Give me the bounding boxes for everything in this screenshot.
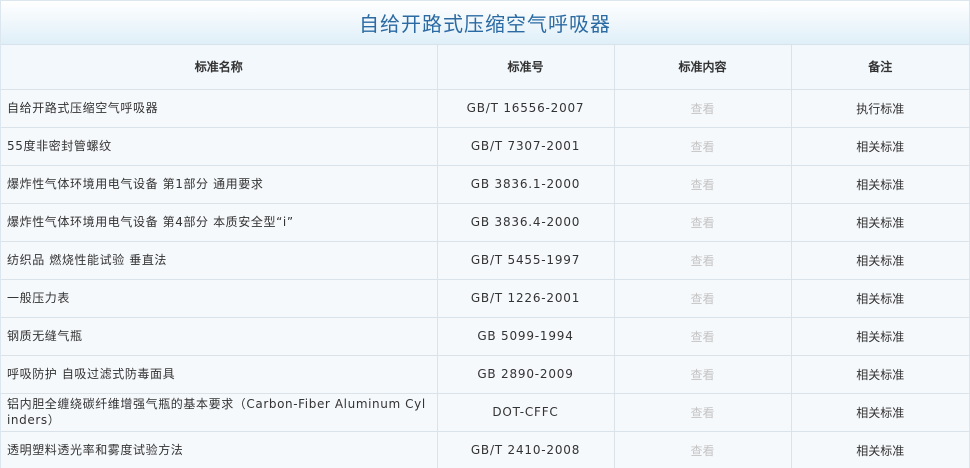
- note-cell: 执行标准: [791, 89, 969, 128]
- header-note: 备注: [791, 45, 969, 90]
- standard-code-cell: GB/T 5455-1997: [437, 241, 615, 280]
- standard-name-cell: 呼吸防护 自吸过滤式防毒面具: [1, 355, 438, 394]
- title-bar: 自给开路式压缩空气呼吸器: [1, 1, 969, 45]
- view-link[interactable]: 查看: [690, 406, 714, 420]
- table-row: 铝内胆全缠绕碳纤维增强气瓶的基本要求（Carbon-Fiber Aluminum…: [1, 393, 969, 432]
- view-link[interactable]: 查看: [690, 178, 714, 192]
- standard-code-cell: GB 5099-1994: [437, 317, 615, 356]
- standard-code-cell: GB 3836.1-2000: [437, 165, 615, 204]
- standard-content-cell: 查看: [614, 431, 792, 468]
- standard-name-cell: 纺织品 燃烧性能试验 垂直法: [1, 241, 438, 280]
- standard-content-cell: 查看: [614, 241, 792, 280]
- standard-name-cell: 爆炸性气体环境用电气设备 第4部分 本质安全型“i”: [1, 203, 438, 242]
- table-row: 爆炸性气体环境用电气设备 第4部分 本质安全型“i” GB 3836.4-200…: [1, 203, 969, 242]
- standard-code-cell: GB/T 16556-2007: [437, 89, 615, 128]
- table-row: 爆炸性气体环境用电气设备 第1部分 通用要求 GB 3836.1-2000 查看…: [1, 165, 969, 204]
- standard-content-cell: 查看: [614, 203, 792, 242]
- table-row: 55度非密封管螺纹 GB/T 7307-2001 查看 相关标准: [1, 127, 969, 166]
- standard-content-cell: 查看: [614, 279, 792, 318]
- view-link[interactable]: 查看: [690, 292, 714, 306]
- page-title: 自给开路式压缩空气呼吸器: [359, 12, 611, 36]
- standards-panel: 自给开路式压缩空气呼吸器 标准名称 标准号 标准内容 备注 自给开路式压缩空气呼…: [0, 0, 970, 468]
- standard-content-cell: 查看: [614, 355, 792, 394]
- header-standard-content: 标准内容: [614, 45, 792, 90]
- table-header-row: 标准名称 标准号 标准内容 备注: [1, 45, 969, 90]
- note-cell: 相关标准: [791, 279, 969, 318]
- standard-content-cell: 查看: [614, 317, 792, 356]
- header-standard-name: 标准名称: [1, 45, 438, 90]
- note-cell: 相关标准: [791, 127, 969, 166]
- view-link[interactable]: 查看: [690, 140, 714, 154]
- standard-name-cell: 钢质无缝气瓶: [1, 317, 438, 356]
- standard-name-cell: 透明塑料透光率和雾度试验方法: [1, 431, 438, 468]
- standard-name-cell: 自给开路式压缩空气呼吸器: [1, 89, 438, 128]
- header-standard-code: 标准号: [437, 45, 615, 90]
- note-cell: 相关标准: [791, 241, 969, 280]
- table-row: 自给开路式压缩空气呼吸器 GB/T 16556-2007 查看 执行标准: [1, 89, 969, 128]
- standard-code-cell: GB 2890-2009: [437, 355, 615, 394]
- view-link[interactable]: 查看: [690, 102, 714, 116]
- standard-code-cell: GB/T 2410-2008: [437, 431, 615, 468]
- standard-content-cell: 查看: [614, 393, 792, 432]
- note-cell: 相关标准: [791, 165, 969, 204]
- note-cell: 相关标准: [791, 203, 969, 242]
- standards-table: 标准名称 标准号 标准内容 备注 自给开路式压缩空气呼吸器 GB/T 16556…: [1, 45, 969, 468]
- view-link[interactable]: 查看: [690, 444, 714, 458]
- standard-content-cell: 查看: [614, 89, 792, 128]
- standard-name-cell: 爆炸性气体环境用电气设备 第1部分 通用要求: [1, 165, 438, 204]
- note-cell: 相关标准: [791, 393, 969, 432]
- table-row: 透明塑料透光率和雾度试验方法 GB/T 2410-2008 查看 相关标准: [1, 431, 969, 468]
- table-row: 呼吸防护 自吸过滤式防毒面具 GB 2890-2009 查看 相关标准: [1, 355, 969, 394]
- table-row: 一般压力表 GB/T 1226-2001 查看 相关标准: [1, 279, 969, 318]
- note-cell: 相关标准: [791, 355, 969, 394]
- standard-code-cell: GB/T 1226-2001: [437, 279, 615, 318]
- table-row: 钢质无缝气瓶 GB 5099-1994 查看 相关标准: [1, 317, 969, 356]
- note-cell: 相关标准: [791, 317, 969, 356]
- standard-code-cell: GB 3836.4-2000: [437, 203, 615, 242]
- note-cell: 相关标准: [791, 431, 969, 468]
- view-link[interactable]: 查看: [690, 368, 714, 382]
- standard-name-cell: 55度非密封管螺纹: [1, 127, 438, 166]
- standard-name-cell: 一般压力表: [1, 279, 438, 318]
- view-link[interactable]: 查看: [690, 216, 714, 230]
- standard-name-cell: 铝内胆全缠绕碳纤维增强气瓶的基本要求（Carbon-Fiber Aluminum…: [1, 393, 438, 432]
- standard-content-cell: 查看: [614, 127, 792, 166]
- standard-code-cell: DOT-CFFC: [437, 393, 615, 432]
- standard-content-cell: 查看: [614, 165, 792, 204]
- table-row: 纺织品 燃烧性能试验 垂直法 GB/T 5455-1997 查看 相关标准: [1, 241, 969, 280]
- view-link[interactable]: 查看: [690, 330, 714, 344]
- view-link[interactable]: 查看: [690, 254, 714, 268]
- standard-code-cell: GB/T 7307-2001: [437, 127, 615, 166]
